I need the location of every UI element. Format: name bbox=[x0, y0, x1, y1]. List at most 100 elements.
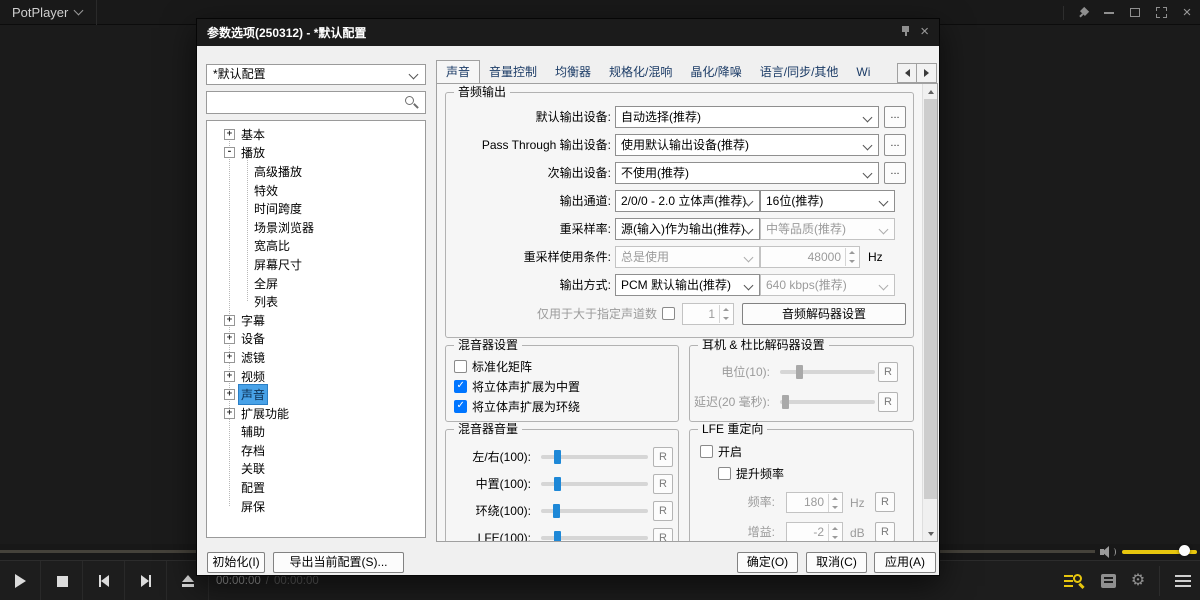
center-reset-button[interactable]: R bbox=[653, 474, 673, 494]
expand-center-option[interactable]: 将立体声扩展为中置 bbox=[454, 379, 580, 394]
close-button[interactable]: × bbox=[1174, 0, 1200, 25]
tab-crystalize-denoise[interactable]: 晶化/降噪 bbox=[681, 61, 750, 83]
maximize-button[interactable] bbox=[1122, 0, 1148, 25]
tab-win-truncated[interactable]: Wi bbox=[847, 61, 877, 83]
lfe-freq-reset-button[interactable]: R bbox=[875, 492, 895, 512]
checkbox-unchecked-icon[interactable] bbox=[700, 445, 713, 458]
tree-item-archive[interactable]: 存档 bbox=[207, 441, 425, 460]
scrollbar-thumb[interactable] bbox=[924, 99, 937, 499]
export-config-button[interactable]: 导出当前配置(S)... bbox=[273, 552, 404, 573]
dialog-close-button[interactable]: × bbox=[920, 23, 929, 41]
tree-item-audio[interactable]: +声音 bbox=[207, 385, 425, 404]
expand-icon[interactable]: + bbox=[224, 315, 235, 326]
playlist-button[interactable] bbox=[1094, 561, 1122, 600]
default-device-more-button[interactable]: ... bbox=[884, 106, 906, 128]
expand-surround-option[interactable]: 将立体声扩展为环绕 bbox=[454, 399, 580, 414]
tree-item-config[interactable]: 配置 bbox=[207, 478, 425, 497]
scroll-up-icon[interactable] bbox=[923, 84, 938, 99]
settings-button[interactable]: ⚙ bbox=[1124, 561, 1152, 600]
tab-volume-control[interactable]: 音量控制 bbox=[480, 61, 546, 83]
secondary-device-more-button[interactable]: ... bbox=[884, 162, 906, 184]
volume-icon[interactable] bbox=[1100, 545, 1117, 558]
tree-item-association[interactable]: 关联 bbox=[207, 460, 425, 479]
playlist-search-button[interactable] bbox=[1058, 561, 1090, 600]
lfe-boost-option[interactable]: 提升频率 bbox=[718, 466, 784, 481]
audio-decoder-settings-button[interactable]: 音频解码器设置 bbox=[742, 303, 906, 325]
settings-search-input[interactable] bbox=[211, 93, 401, 112]
checkbox-checked-icon[interactable] bbox=[454, 400, 467, 413]
expand-icon[interactable]: + bbox=[224, 371, 235, 382]
previous-button[interactable] bbox=[84, 561, 125, 600]
tree-item-fullscreen[interactable]: 全屏 bbox=[207, 274, 425, 293]
channels-select[interactable]: 2/0/0 - 2.0 立体声(推荐) bbox=[615, 190, 760, 212]
checkbox-unchecked-icon[interactable] bbox=[454, 360, 467, 373]
apply-button[interactable]: 应用(A) bbox=[874, 552, 936, 573]
fullscreen-button[interactable] bbox=[1148, 0, 1174, 25]
ok-button[interactable]: 确定(O) bbox=[737, 552, 798, 573]
tab-equalizer[interactable]: 均衡器 bbox=[546, 61, 600, 83]
tree-item-subtitles[interactable]: +字幕 bbox=[207, 311, 425, 330]
always-on-top-button[interactable] bbox=[1070, 0, 1096, 25]
tree-item-extensions[interactable]: +扩展功能 bbox=[207, 404, 425, 423]
lfe-enable-option[interactable]: 开启 bbox=[700, 444, 742, 459]
passthrough-device-select[interactable]: 使用默认输出设备(推荐) bbox=[615, 134, 879, 156]
checkbox-checked-icon[interactable] bbox=[454, 380, 467, 393]
expand-icon[interactable]: + bbox=[224, 129, 235, 140]
tab-audio[interactable]: 声音 bbox=[436, 60, 480, 83]
tree-item-playback[interactable]: -播放 bbox=[207, 144, 425, 163]
tree-item-filters[interactable]: +滤镜 bbox=[207, 348, 425, 367]
scroll-down-icon[interactable] bbox=[923, 526, 938, 541]
expand-icon[interactable]: + bbox=[224, 408, 235, 419]
lfe-gain-reset-button[interactable]: R bbox=[875, 522, 895, 542]
tab-scroll-right-button[interactable] bbox=[917, 63, 937, 83]
delay-reset-button[interactable]: R bbox=[878, 392, 898, 412]
content-scrollbar[interactable] bbox=[922, 84, 937, 541]
tab-normalize-reverb[interactable]: 规格化/混响 bbox=[600, 61, 681, 83]
tab-language-sync-other[interactable]: 语言/同步/其他 bbox=[751, 61, 848, 83]
volume-slider-thumb[interactable] bbox=[1179, 545, 1190, 556]
tree-item-playlist[interactable]: 列表 bbox=[207, 292, 425, 311]
tree-item-basic[interactable]: +基本 bbox=[207, 125, 425, 144]
bit-depth-select[interactable]: 16位(推荐) bbox=[760, 190, 895, 212]
tree-item-scene-browser[interactable]: 场景浏览器 bbox=[207, 218, 425, 237]
secondary-device-select[interactable]: 不使用(推荐) bbox=[615, 162, 879, 184]
stop-button[interactable] bbox=[42, 561, 83, 600]
expand-icon[interactable]: + bbox=[224, 389, 235, 400]
collapse-icon[interactable]: - bbox=[224, 147, 235, 158]
surround-slider[interactable] bbox=[541, 501, 648, 521]
tree-item-screen-size[interactable]: 屏幕尺寸 bbox=[207, 255, 425, 274]
tree-item-time-span[interactable]: 时间跨度 bbox=[207, 199, 425, 218]
center-slider[interactable] bbox=[541, 474, 648, 494]
tree-item-effects[interactable]: 特效 bbox=[207, 181, 425, 200]
channel-limit-checkbox[interactable] bbox=[662, 307, 675, 320]
lfe-reset-button[interactable]: R bbox=[653, 528, 673, 542]
expand-icon[interactable]: + bbox=[224, 333, 235, 344]
main-menu-button[interactable] bbox=[1168, 561, 1198, 600]
lfe-slider[interactable] bbox=[541, 528, 648, 542]
left-right-reset-button[interactable]: R bbox=[653, 447, 673, 467]
tree-item-advanced-playback[interactable]: 高级播放 bbox=[207, 162, 425, 181]
level-reset-button[interactable]: R bbox=[878, 362, 898, 382]
next-button[interactable] bbox=[126, 561, 167, 600]
cancel-button[interactable]: 取消(C) bbox=[806, 552, 867, 573]
tree-item-video[interactable]: +视频 bbox=[207, 367, 425, 386]
output-mode-select[interactable]: PCM 默认输出(推荐) bbox=[615, 274, 760, 296]
tree-item-devices[interactable]: +设备 bbox=[207, 330, 425, 349]
app-menu[interactable]: PotPlayer bbox=[12, 0, 97, 25]
expand-icon[interactable]: + bbox=[224, 352, 235, 363]
minimize-button[interactable] bbox=[1096, 0, 1122, 25]
left-right-slider[interactable] bbox=[541, 447, 648, 467]
dialog-titlebar[interactable]: 参数选项(250312) - *默认配置 × bbox=[197, 19, 939, 46]
tree-item-misc[interactable]: 辅助 bbox=[207, 423, 425, 442]
surround-reset-button[interactable]: R bbox=[653, 501, 673, 521]
play-button[interactable] bbox=[0, 561, 41, 600]
default-device-select[interactable]: 自动选择(推荐) bbox=[615, 106, 879, 128]
checkbox-unchecked-icon[interactable] bbox=[718, 467, 731, 480]
tab-scroll-left-button[interactable] bbox=[897, 63, 917, 83]
normalize-matrix-option[interactable]: 标准化矩阵 bbox=[454, 359, 532, 374]
tree-item-aspect-ratio[interactable]: 宽高比 bbox=[207, 237, 425, 256]
resample-rate-select[interactable]: 源(输入)作为输出(推荐) bbox=[615, 218, 760, 240]
passthrough-device-more-button[interactable]: ... bbox=[884, 134, 906, 156]
init-button[interactable]: 初始化(I) bbox=[207, 552, 265, 573]
tree-item-screensaver[interactable]: 屏保 bbox=[207, 497, 425, 516]
